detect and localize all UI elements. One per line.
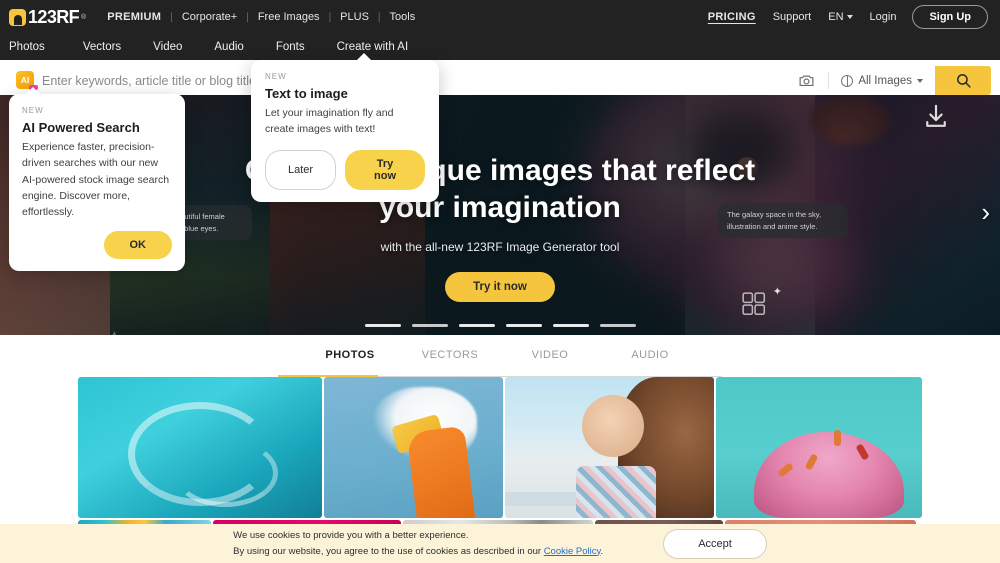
site-logo[interactable]: 123RF ® xyxy=(9,8,86,26)
gallery-item-sunscreen-beach[interactable] xyxy=(505,377,714,518)
top-links: PREMIUM | Corporate+ | Free Images | PLU… xyxy=(98,11,424,23)
top-utility-bar: 123RF ® PREMIUM | Corporate+ | Free Imag… xyxy=(0,0,1000,34)
carousel-dot-3[interactable] xyxy=(458,324,495,327)
signup-button[interactable]: Sign Up xyxy=(912,5,988,29)
tooltip-title: Text to image xyxy=(265,86,348,101)
hero-try-it-now-button[interactable]: Try it now xyxy=(445,271,555,302)
logo-wordmark: 123RF xyxy=(28,7,80,27)
carousel-pagination[interactable] xyxy=(0,324,1000,327)
nav-item-video[interactable]: Video xyxy=(137,41,198,53)
tooltip-body: Experience faster, precision-driven sear… xyxy=(22,141,170,219)
tooltip-ok-button[interactable]: OK xyxy=(103,231,172,260)
search-bar: AI All Images xyxy=(9,66,991,95)
cookie-text: We use cookies to provide you with a bet… xyxy=(233,528,603,559)
cookie-accept-button[interactable]: Accept xyxy=(663,528,767,559)
add-image-icon xyxy=(100,328,134,335)
grid-icon xyxy=(741,291,767,322)
top-link-tools[interactable]: Tools xyxy=(381,11,425,23)
language-label: EN xyxy=(828,11,844,23)
tab-video[interactable]: VIDEO xyxy=(500,349,600,363)
gallery-item-jet-skis[interactable] xyxy=(78,377,322,518)
top-link-plus[interactable]: PLUS xyxy=(331,11,378,23)
support-link[interactable]: Support xyxy=(766,11,819,23)
nav-item-vectors[interactable]: Vectors xyxy=(67,41,137,53)
cookie-policy-link[interactable]: Cookie Policy xyxy=(544,546,601,557)
gallery-item-ice-cream-surfers[interactable] xyxy=(716,377,922,518)
tooltip-title: AI Powered Search xyxy=(22,120,140,135)
main-nav: Photos Vectors Video Audio Fonts Create … xyxy=(0,34,1000,60)
content-type-tabs: PHOTOS VECTORS VIDEO AUDIO xyxy=(0,335,1000,377)
tab-audio[interactable]: AUDIO xyxy=(600,349,700,363)
image-type-filter-label: All Images xyxy=(858,74,912,87)
login-link[interactable]: Login xyxy=(863,11,904,23)
page-root: 123RF ® PREMIUM | Corporate+ | Free Imag… xyxy=(0,0,1000,563)
nav-item-fonts[interactable]: Fonts xyxy=(260,41,321,53)
cookie-line-2-pre: By using our website, you agree to the u… xyxy=(233,545,544,557)
nav-item-audio[interactable]: Audio xyxy=(198,41,259,53)
text-to-image-tooltip: NEW Text to image Let your imagination f… xyxy=(251,53,439,202)
tooltip-new-badge: NEW xyxy=(22,106,44,115)
swimsuit-art xyxy=(576,466,656,518)
top-account-area: PRICING Support EN Login Sign Up xyxy=(701,5,988,29)
tooltip-body: Let your imagination fly and create imag… xyxy=(265,107,394,136)
tooltip-try-now-button[interactable]: Try now xyxy=(345,149,425,190)
tab-vectors[interactable]: VECTORS xyxy=(400,349,500,363)
globe-icon xyxy=(841,74,854,87)
carousel-dot-1[interactable] xyxy=(364,324,401,327)
tooltip-new-badge: NEW xyxy=(265,72,287,81)
gallery-row-1 xyxy=(78,377,922,518)
miniature-figure xyxy=(834,430,841,446)
gallery-item-cleaning-glove[interactable] xyxy=(324,377,503,518)
ice-cream-art xyxy=(754,432,904,518)
nav-item-create-with-ai[interactable]: Create with AI xyxy=(321,41,425,53)
hero-subtitle: with the all-new 123RF Image Generator t… xyxy=(380,239,620,254)
chevron-down-icon xyxy=(846,15,853,19)
cookie-line-2: By using our website, you agree to the u… xyxy=(233,544,603,560)
cookie-line-1: We use cookies to provide you with a bet… xyxy=(233,529,469,541)
cookie-banner: We use cookies to provide you with a bet… xyxy=(0,524,1000,563)
ai-search-tooltip: NEW AI Powered Search Experience faster,… xyxy=(9,86,185,272)
glove-art xyxy=(406,425,476,518)
carousel-next-arrow-icon[interactable]: › xyxy=(981,199,990,225)
face-art xyxy=(582,395,644,457)
camera-search-button[interactable] xyxy=(784,66,828,95)
tabs-active-indicator xyxy=(278,375,378,377)
top-link-premium[interactable]: PREMIUM xyxy=(98,11,170,23)
top-link-corporate[interactable]: Corporate+ xyxy=(173,11,246,23)
chevron-down-icon xyxy=(917,78,923,83)
tab-photos[interactable]: PHOTOS xyxy=(300,349,400,363)
language-selector[interactable]: EN xyxy=(821,11,859,23)
cookie-line-2-post: . xyxy=(600,545,604,557)
search-submit-button[interactable] xyxy=(935,66,991,95)
carousel-dot-5[interactable] xyxy=(552,324,589,327)
top-link-free-images[interactable]: Free Images xyxy=(249,11,329,23)
logo-mark-icon xyxy=(9,8,26,26)
sparkle-icon: ✦ xyxy=(772,286,782,298)
nav-item-photos[interactable]: Photos xyxy=(9,41,61,53)
download-icon xyxy=(921,102,951,137)
image-type-filter[interactable]: All Images xyxy=(829,66,935,95)
pricing-link[interactable]: PRICING xyxy=(701,11,763,23)
carousel-dot-2[interactable] xyxy=(411,324,448,327)
tooltip-later-button[interactable]: Later xyxy=(265,149,337,190)
carousel-dot-6[interactable] xyxy=(599,324,636,327)
carousel-dot-4[interactable] xyxy=(505,324,542,327)
logo-trademark: ® xyxy=(81,13,87,21)
